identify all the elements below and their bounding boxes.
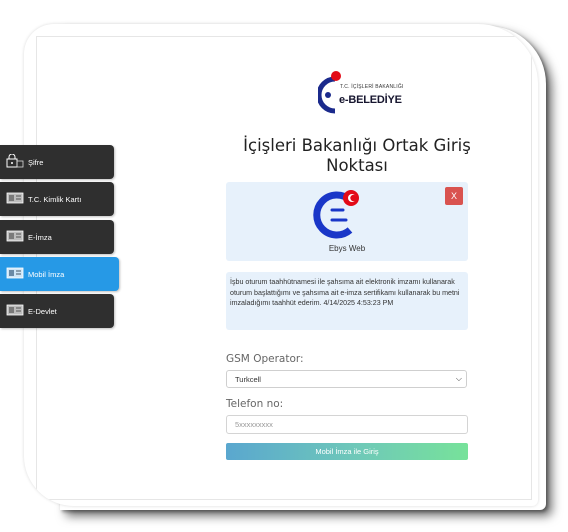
tab-mobil-imza[interactable]: Mobil İmza [0,257,119,291]
ebys-web-icon [313,190,359,239]
tab-tc-kimlik-karti[interactable]: T.C. Kimlik Kartı [0,182,114,216]
gsm-operator-select[interactable]: Turkcell ⌵ [226,370,467,388]
phone-label: Telefon no: [226,398,284,410]
e-devlet-icon [6,304,24,316]
tab-sifre-label: Şifre [28,158,44,167]
e-signature-icon [6,230,24,242]
tab-e-imza-label: E-İmza [28,233,52,242]
gsm-operator-label: GSM Operator: [226,353,304,365]
selected-app-card: Ebys Web X [226,182,468,261]
phone-placeholder: 5xxxxxxxxx [235,420,273,429]
tab-e-devlet[interactable]: E-Devlet [0,294,114,328]
logo-brand-text: e-BELEDİYE [339,94,402,106]
password-icon [6,154,24,168]
logo-ministry-text: T.C. İÇİŞLERİ BAKANLIĞI [340,84,404,90]
app-name: Ebys Web [328,244,366,253]
mobile-signature-login-button[interactable]: Mobil İmza ile Giriş [226,443,468,460]
commitment-notice: İşbu oturum taahhütnamesi ile şahsıma ai… [226,272,468,330]
chevron-down-icon: ⌵ [455,374,462,383]
page-title: İçişleri Bakanlığı Ortak Giriş Noktası [243,136,471,175]
close-button[interactable]: X [445,187,463,205]
id-card-reader-icon [6,192,24,204]
e-belediye-logo: T.C. İÇİŞLERİ BAKANLIĞI e-BELEDİYE [316,67,403,123]
tab-e-devlet-label: E-Devlet [28,307,57,316]
tab-mobil-imza-label: Mobil İmza [28,270,65,279]
tab-e-imza[interactable]: E-İmza [0,220,114,254]
phone-input[interactable]: 5xxxxxxxxx [226,415,468,434]
gsm-operator-value: Turkcell [235,374,261,384]
mobile-signature-icon [6,267,24,279]
tab-tc-kimlik-karti-label: T.C. Kimlik Kartı [28,195,82,204]
tab-sifre[interactable]: Şifre [0,145,114,179]
